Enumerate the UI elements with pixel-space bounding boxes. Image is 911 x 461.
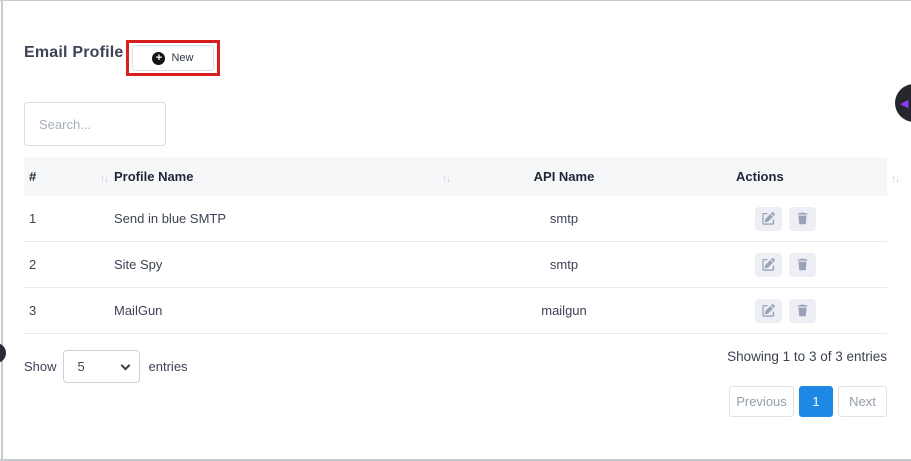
cell-actions [684,207,887,231]
table-row: 2 Site Spy smtp [24,242,887,288]
pagination: Previous 1 Next [729,386,887,417]
left-border-line [1,0,3,461]
column-header-profile-name[interactable]: Profile Name ↑↓ [114,169,444,184]
cell-index: 3 [24,303,114,318]
annotation-highlight: + New [126,40,220,76]
trash-icon [796,258,809,271]
new-button-label: New [171,52,193,64]
delete-button[interactable] [789,253,816,277]
cell-actions [684,299,887,323]
edit-button[interactable] [755,207,782,231]
arrow-left-icon: ◀ [900,97,908,110]
page-title: Email Profile [24,44,124,62]
table-header-row: # ↑↓ Profile Name ↑↓ API Name Actions ↑↓ [24,157,887,196]
sort-icon: ↑↓ [442,174,450,185]
column-header-label: # [29,169,36,184]
edit-button[interactable] [755,253,782,277]
column-header-index[interactable]: # ↑↓ [24,169,114,184]
edit-button[interactable] [755,299,782,323]
plus-circle-icon: + [152,52,165,65]
cell-profile-name: Site Spy [114,257,444,272]
cell-profile-name: MailGun [114,303,444,318]
pagination-previous-button[interactable]: Previous [729,386,794,417]
cell-api-name: smtp [444,211,684,226]
cell-profile-name: Send in blue SMTP [114,211,444,226]
edge-toggle-button[interactable] [0,343,6,363]
cell-api-name: mailgun [444,303,684,318]
cell-actions [684,253,887,277]
sort-icon: ↑↓ [100,174,108,185]
page-length-select-wrap: 5 [63,350,140,383]
cell-index: 1 [24,211,114,226]
email-profile-page: Email Profile + New # ↑↓ Profile Name ↑↓… [0,0,911,461]
trash-icon [796,212,809,225]
entries-label: entries [149,359,188,374]
top-border-line [0,0,911,1]
column-header-label: API Name [534,169,595,184]
column-header-label: Profile Name [114,169,193,184]
customizer-toggle-button[interactable]: ◀ [895,84,911,122]
cell-api-name: smtp [444,257,684,272]
column-header-api-name[interactable]: API Name [444,169,684,184]
column-header-label: Actions [736,169,784,184]
page-length-control: Show 5 entries [24,350,188,383]
table-row: 1 Send in blue SMTP smtp [24,196,887,242]
pagination-current-page[interactable]: 1 [799,386,833,417]
edit-icon [762,258,775,271]
search-input[interactable] [24,102,166,146]
sort-icon: ↑↓ [891,174,899,185]
trash-icon [796,304,809,317]
show-label: Show [24,359,57,374]
cell-index: 2 [24,257,114,272]
edit-icon [762,304,775,317]
page-length-select[interactable]: 5 [63,350,140,383]
column-header-actions[interactable]: Actions ↑↓ [684,169,887,184]
table-row: 3 MailGun mailgun [24,288,887,334]
delete-button[interactable] [789,207,816,231]
edit-icon [762,212,775,225]
new-button[interactable]: + New [132,45,214,71]
table-info-text: Showing 1 to 3 of 3 entries [727,349,887,364]
delete-button[interactable] [789,299,816,323]
pagination-next-button[interactable]: Next [838,386,887,417]
table-body: 1 Send in blue SMTP smtp 2 Site Spy smtp [24,196,887,334]
